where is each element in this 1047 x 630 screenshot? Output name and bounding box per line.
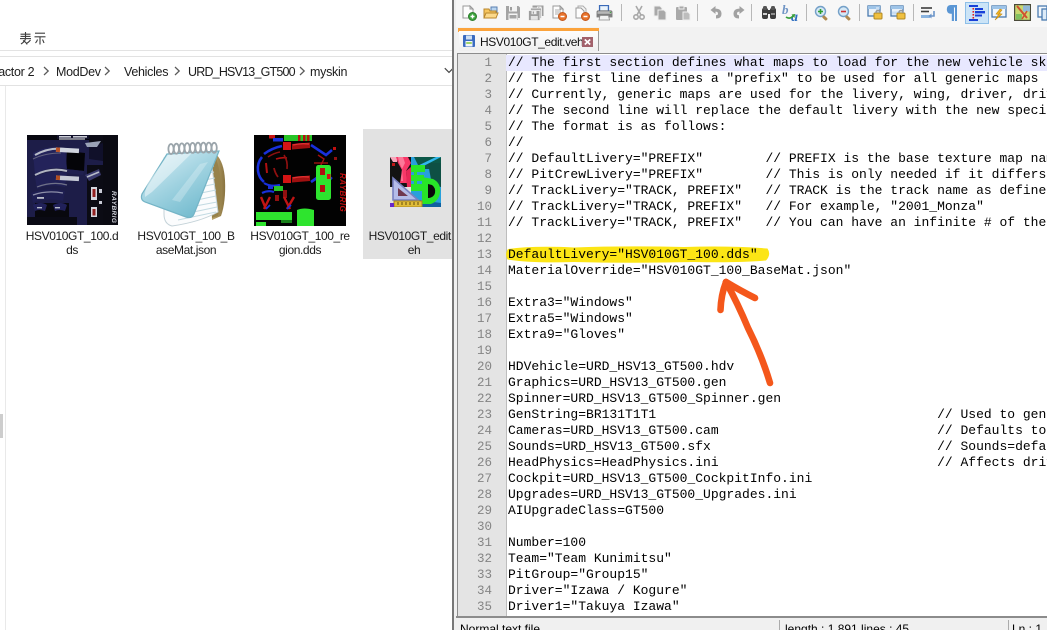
svg-text:RAYBRIG: RAYBRIG	[338, 173, 346, 212]
svg-text:RAYBRIG: RAYBRIG	[110, 191, 117, 223]
svg-text:b: b	[782, 3, 789, 17]
